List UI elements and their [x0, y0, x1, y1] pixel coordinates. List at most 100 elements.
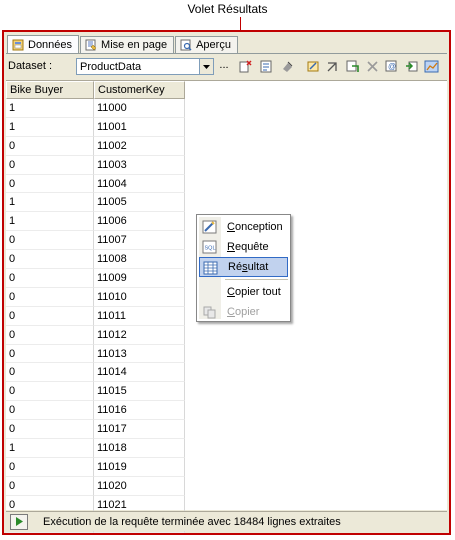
table-row[interactable]: 1 11018 [6, 439, 185, 458]
table-row[interactable]: 0 11014 [6, 363, 185, 383]
menu-item-copier-tout-label: Copier tout [227, 286, 281, 298]
menu-item-resultat[interactable]: Résultat [199, 257, 288, 277]
menu-item-copier-tout[interactable]: Copier tout [199, 282, 288, 302]
cell-bike-buyer[interactable]: 0 [6, 457, 94, 477]
cell-customer-key[interactable]: 11003 [94, 155, 185, 175]
table-row[interactable]: 0 11013 [6, 344, 185, 364]
run-query-icon[interactable] [344, 58, 361, 75]
table-row[interactable]: 0 11003 [6, 155, 185, 175]
cell-customer-key[interactable]: 11002 [94, 136, 185, 156]
table-row[interactable]: 0 11016 [6, 401, 185, 421]
table-row[interactable]: 0 11004 [6, 174, 185, 194]
sql-query-icon: SQL [202, 240, 217, 254]
cell-customer-key[interactable]: 11001 [94, 117, 185, 137]
delete-icon[interactable] [364, 58, 381, 75]
cursor-arrow-icon[interactable] [324, 58, 341, 75]
cell-bike-buyer[interactable]: 0 [6, 325, 94, 345]
new-dataset-icon[interactable] [237, 58, 254, 75]
cell-customer-key[interactable]: 11008 [94, 250, 185, 270]
copy-icon [203, 306, 216, 319]
table-row[interactable]: 0 11007 [6, 231, 185, 251]
cell-customer-key[interactable]: 11006 [94, 212, 185, 232]
cell-bike-buyer[interactable]: 1 [6, 99, 94, 118]
cell-customer-key[interactable]: 11005 [94, 193, 185, 213]
table-row[interactable]: 1 11001 [6, 117, 185, 137]
menu-item-requete[interactable]: SQL Requête [199, 237, 288, 257]
cell-bike-buyer[interactable]: 1 [6, 212, 94, 232]
cell-customer-key[interactable]: 11010 [94, 287, 185, 307]
cell-customer-key[interactable]: 11012 [94, 325, 185, 345]
toolbar: Dataset : ProductData ... @ [6, 56, 447, 78]
cell-bike-buyer[interactable]: 0 [6, 363, 94, 383]
cell-bike-buyer[interactable]: 0 [6, 401, 94, 421]
cell-bike-buyer[interactable]: 0 [6, 306, 94, 326]
table-row[interactable]: 1 11006 [6, 212, 185, 232]
table-row[interactable]: 0 11008 [6, 250, 185, 270]
column-header-customer-key[interactable]: CustomerKey [94, 81, 185, 99]
menu-item-resultat-label: Résultat [228, 261, 269, 273]
chevron-down-icon[interactable] [199, 59, 213, 74]
cell-customer-key[interactable]: 11000 [94, 99, 185, 118]
table-row[interactable]: 0 11019 [6, 457, 185, 477]
cell-bike-buyer[interactable]: 0 [6, 174, 94, 194]
table-row[interactable]: 0 11020 [6, 476, 185, 496]
preview-icon [180, 39, 192, 51]
status-bar: Exécution de la requête terminée avec 18… [6, 511, 447, 531]
cell-customer-key[interactable]: 11013 [94, 344, 185, 364]
cell-bike-buyer[interactable]: 0 [6, 269, 94, 288]
table-row[interactable]: 1 11005 [6, 193, 185, 213]
cell-bike-buyer[interactable]: 0 [6, 382, 94, 402]
query-designer-icon[interactable] [305, 58, 322, 75]
parameters-icon[interactable]: @ [383, 58, 400, 75]
cell-customer-key[interactable]: 11007 [94, 231, 185, 251]
cell-bike-buyer[interactable]: 0 [6, 250, 94, 270]
cell-customer-key[interactable]: 11015 [94, 382, 185, 402]
table-row[interactable]: 1 11000 [6, 99, 185, 118]
cell-customer-key[interactable]: 11009 [94, 269, 185, 288]
table-row[interactable]: 0 11011 [6, 306, 185, 326]
cell-bike-buyer[interactable]: 0 [6, 420, 94, 440]
import-icon[interactable] [403, 58, 420, 75]
execute-query-button[interactable] [10, 513, 28, 530]
chart-view-icon[interactable] [423, 58, 440, 75]
cell-customer-key[interactable]: 11011 [94, 306, 185, 326]
results-pane-frame: Données Mise en page Aperçu Dataset : Pr… [2, 30, 451, 535]
table-row[interactable]: 0 11010 [6, 287, 185, 307]
cell-bike-buyer[interactable]: 1 [6, 117, 94, 137]
menu-item-copier-label: Copier [227, 306, 260, 318]
cell-bike-buyer[interactable]: 1 [6, 193, 94, 213]
menu-item-conception-label: Conception [227, 221, 283, 233]
cell-bike-buyer[interactable]: 0 [6, 155, 94, 175]
context-menu: Conception SQL Requête Résultat Copier t… [196, 214, 291, 322]
cell-customer-key[interactable]: 11019 [94, 457, 185, 477]
dataset-select[interactable]: ProductData [76, 58, 214, 75]
cell-customer-key[interactable]: 11004 [94, 174, 185, 194]
edit-dataset-icon[interactable] [258, 58, 275, 75]
table-row[interactable]: 0 11015 [6, 382, 185, 402]
tab-apercu[interactable]: Aperçu [175, 36, 238, 53]
menu-separator [225, 279, 288, 280]
cell-bike-buyer[interactable]: 1 [6, 439, 94, 458]
table-row[interactable]: 0 11012 [6, 325, 185, 345]
cell-customer-key[interactable]: 11014 [94, 363, 185, 383]
table-row[interactable]: 0 11002 [6, 136, 185, 156]
cell-bike-buyer[interactable]: 0 [6, 231, 94, 251]
table-row[interactable]: 0 11009 [6, 269, 185, 288]
tab-mise-en-page[interactable]: Mise en page [80, 36, 175, 53]
grid-body: 1 11000 1 11001 0 11002 0 11003 0 11004 1 11005 1 110… [6, 99, 185, 534]
table-row[interactable]: 0 11017 [6, 420, 185, 440]
cell-bike-buyer[interactable]: 0 [6, 476, 94, 496]
menu-item-conception[interactable]: Conception [199, 217, 288, 237]
tab-donnees[interactable]: Données [7, 35, 80, 54]
dataset-browse-button[interactable]: ... [218, 59, 230, 71]
cell-customer-key[interactable]: 11017 [94, 420, 185, 440]
cell-customer-key[interactable]: 11018 [94, 439, 185, 458]
cell-customer-key[interactable]: 11016 [94, 401, 185, 421]
cell-bike-buyer[interactable]: 0 [6, 344, 94, 364]
grid-header-row: Bike Buyer CustomerKey [6, 81, 185, 99]
cell-bike-buyer[interactable]: 0 [6, 287, 94, 307]
cell-bike-buyer[interactable]: 0 [6, 136, 94, 156]
cell-customer-key[interactable]: 11020 [94, 476, 185, 496]
column-header-bike-buyer[interactable]: Bike Buyer [6, 81, 94, 99]
refresh-fields-icon[interactable] [279, 58, 296, 75]
